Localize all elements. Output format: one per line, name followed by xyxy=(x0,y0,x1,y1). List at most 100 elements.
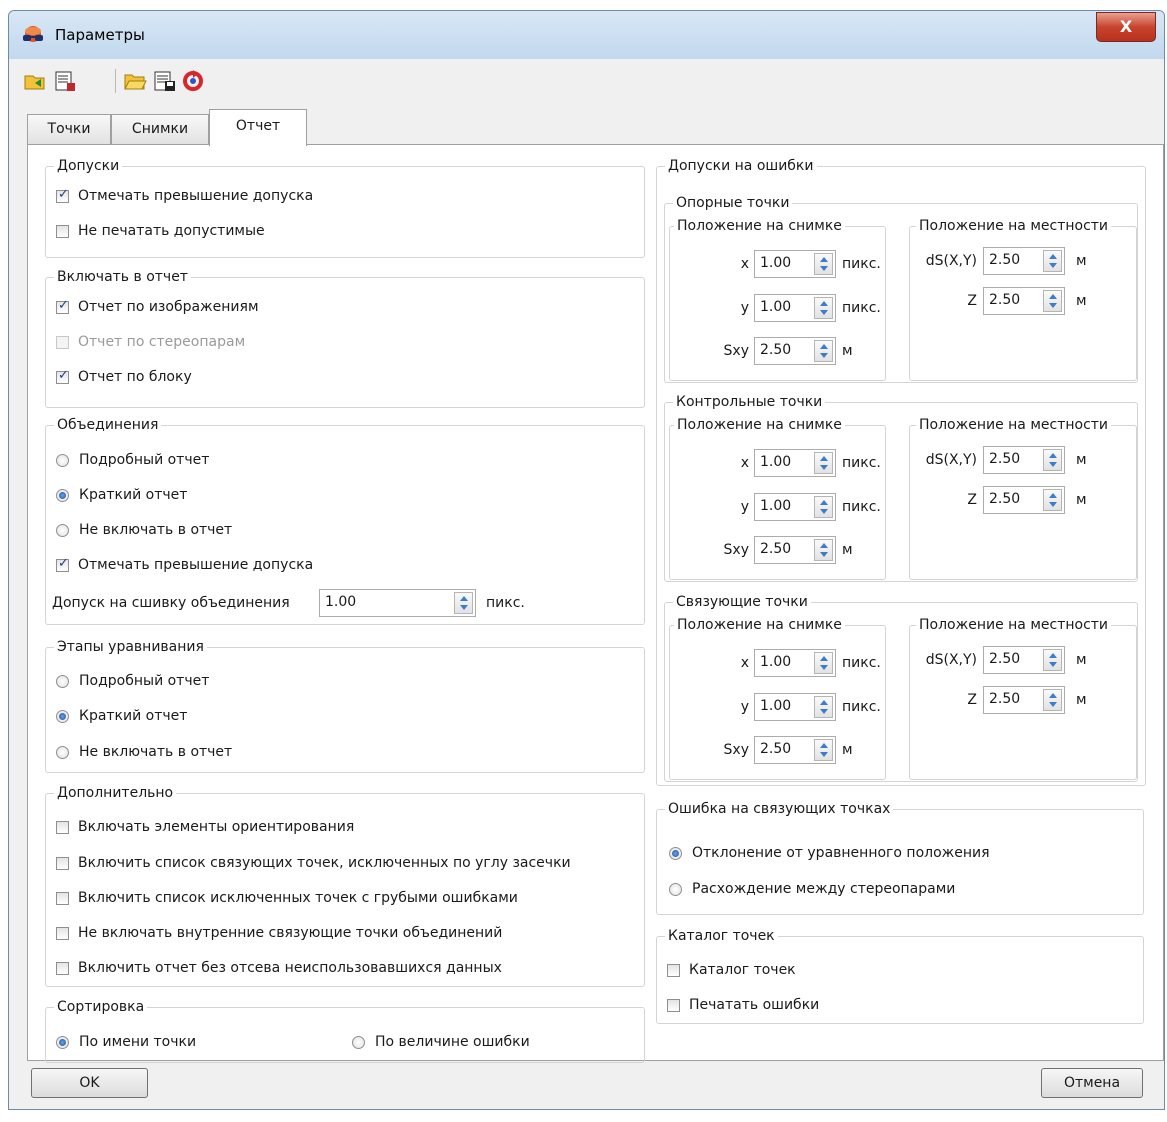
ground-field-spinbox[interactable]: 2.50 xyxy=(983,446,1065,474)
include-tie-excluded-angle-checkbox[interactable]: Включить список связующих точек, исключе… xyxy=(56,852,571,874)
image-field-spinbox[interactable]: 2.50 xyxy=(754,337,836,365)
radio-unselected[interactable] xyxy=(669,882,682,896)
radio-selected[interactable] xyxy=(669,846,682,860)
exclude-internal-tie-checkbox[interactable]: Не включать внутренние связующие точки о… xyxy=(56,922,502,944)
image-field-unit: пикс. xyxy=(842,256,881,272)
checkbox-checked[interactable] xyxy=(56,556,69,572)
stereo-discrepancy-radio[interactable]: Расхождение между стереопарами xyxy=(669,878,955,900)
no-print-allowed-checkbox[interactable]: Не печатать допустимые xyxy=(56,220,265,242)
parameters-dialog: Параметры X Точки Снимки Отчет Допуски О… xyxy=(8,10,1165,1110)
image-field-spinbox[interactable]: 1.00 xyxy=(754,250,836,278)
save-as-icon[interactable] xyxy=(153,69,177,93)
spinbox-arrows-icon[interactable] xyxy=(1043,290,1062,312)
tab-points[interactable]: Точки xyxy=(27,114,111,144)
merges-group: Объединения Подробный отчет Краткий отче… xyxy=(45,415,645,625)
checkbox-checked[interactable] xyxy=(56,368,69,384)
block-report-checkbox[interactable]: Отчет по блоку xyxy=(56,366,192,388)
spinbox-arrows-icon[interactable] xyxy=(814,340,833,362)
cancel-button[interactable]: Отмена xyxy=(1041,1068,1143,1098)
radio-selected[interactable] xyxy=(56,709,69,723)
radio-unselected[interactable] xyxy=(56,453,69,467)
checkbox-unchecked[interactable] xyxy=(56,891,69,905)
image-field-spinbox[interactable]: 1.00 xyxy=(754,693,836,721)
checkbox-unchecked[interactable] xyxy=(667,963,680,977)
checkbox-unchecked[interactable] xyxy=(56,856,69,870)
stages-exclude-radio[interactable]: Не включать в отчет xyxy=(56,741,232,763)
include-orientation-checkbox[interactable]: Включать элементы ориентирования xyxy=(56,816,354,838)
close-button[interactable]: X xyxy=(1096,12,1156,42)
spinbox-value: 1.00 xyxy=(760,255,792,271)
radio-label: Краткий отчет xyxy=(79,708,188,724)
sort-by-error-radio[interactable]: По величине ошибки xyxy=(352,1031,530,1053)
radio-unselected[interactable] xyxy=(56,674,69,688)
spinbox-arrows-icon[interactable] xyxy=(814,539,833,561)
tab-images[interactable]: Снимки xyxy=(111,114,209,144)
stages-brief-radio[interactable]: Краткий отчет xyxy=(56,705,187,727)
image-field-spinbox[interactable]: 1.00 xyxy=(754,649,836,677)
merges-exclude-radio[interactable]: Не включать в отчет xyxy=(56,519,232,541)
spinbox-arrows-icon[interactable] xyxy=(814,739,833,761)
checkbox-checked[interactable] xyxy=(56,187,69,203)
radio-label: Отклонение от уравненного положения xyxy=(692,845,990,861)
reset-icon[interactable] xyxy=(181,69,205,93)
spinbox-arrows-icon[interactable] xyxy=(454,592,473,614)
tab-report[interactable]: Отчет xyxy=(209,109,307,146)
ground-field-spinbox[interactable]: 2.50 xyxy=(983,646,1065,674)
radio-unselected[interactable] xyxy=(352,1035,365,1049)
image-report-checkbox[interactable]: Отчет по изображениям xyxy=(56,296,259,318)
spinbox-value: 1.00 xyxy=(760,698,792,714)
spinbox-arrows-icon[interactable] xyxy=(1043,250,1062,272)
image-field-spinbox[interactable]: 1.00 xyxy=(754,493,836,521)
image-field-spinbox[interactable]: 1.00 xyxy=(754,449,836,477)
sort-by-name-radio[interactable]: По имени точки xyxy=(56,1031,196,1053)
ok-button[interactable]: OK xyxy=(31,1068,148,1098)
checkbox-unchecked[interactable] xyxy=(56,820,69,834)
checkbox-unchecked[interactable] xyxy=(56,926,69,940)
image-field-spinbox[interactable]: 2.50 xyxy=(754,736,836,764)
spinbox-arrows-icon[interactable] xyxy=(1043,489,1062,511)
no-filter-unused-checkbox[interactable]: Включить отчет без отсева неиспользовавш… xyxy=(56,957,502,979)
checkbox-label: Отчет по изображениям xyxy=(78,299,259,315)
merges-detailed-radio[interactable]: Подробный отчет xyxy=(56,449,209,471)
checkbox-label: Не включать внутренние связующие точки о… xyxy=(78,925,503,941)
open-folder-icon[interactable] xyxy=(123,69,147,93)
print-errors-checkbox[interactable]: Печатать ошибки xyxy=(667,994,819,1016)
spinbox-arrows-icon[interactable] xyxy=(1043,689,1062,711)
radio-unselected[interactable] xyxy=(56,745,69,759)
radio-selected[interactable] xyxy=(56,1035,69,1049)
checkbox-unchecked[interactable] xyxy=(56,224,69,238)
stitch-tolerance-spinbox[interactable]: 1.00 xyxy=(319,589,476,617)
deviation-adjusted-radio[interactable]: Отклонение от уравненного положения xyxy=(669,842,990,864)
ground-position-title: Положение на местности xyxy=(916,415,1112,435)
checkbox-unchecked[interactable] xyxy=(667,998,680,1012)
spinbox-arrows-icon[interactable] xyxy=(814,496,833,518)
adjustment-stages-group: Этапы уравнивания Подробный отчет Кратки… xyxy=(45,637,645,773)
spinbox-arrows-icon[interactable] xyxy=(814,696,833,718)
ground-field-spinbox[interactable]: 2.50 xyxy=(983,247,1065,275)
spinbox-value: 2.50 xyxy=(989,491,1021,507)
image-field-spinbox[interactable]: 2.50 xyxy=(754,536,836,564)
catalog-checkbox[interactable]: Каталог точек xyxy=(667,959,796,981)
spinbox-arrows-icon[interactable] xyxy=(814,253,833,275)
stages-title: Этапы уравнивания xyxy=(54,637,207,657)
image-field-spinbox[interactable]: 1.00 xyxy=(754,294,836,322)
ground-field-spinbox[interactable]: 2.50 xyxy=(983,686,1065,714)
stages-detailed-radio[interactable]: Подробный отчет xyxy=(56,670,209,692)
merges-brief-radio[interactable]: Краткий отчет xyxy=(56,484,187,506)
include-gross-errors-checkbox[interactable]: Включить список исключенных точек с груб… xyxy=(56,887,518,909)
save-settings-icon[interactable] xyxy=(53,69,77,93)
merges-mark-exceed-checkbox[interactable]: Отмечать превышение допуска xyxy=(56,554,313,576)
spinbox-arrows-icon[interactable] xyxy=(1043,649,1062,671)
spinbox-arrows-icon[interactable] xyxy=(814,297,833,319)
open-settings-icon[interactable] xyxy=(23,69,47,93)
checkbox-checked[interactable] xyxy=(56,298,69,314)
mark-exceed-checkbox[interactable]: Отмечать превышение допуска xyxy=(56,185,313,207)
checkbox-unchecked[interactable] xyxy=(56,961,69,975)
spinbox-arrows-icon[interactable] xyxy=(814,452,833,474)
radio-unselected[interactable] xyxy=(56,523,69,537)
ground-field-spinbox[interactable]: 2.50 xyxy=(983,486,1065,514)
radio-selected[interactable] xyxy=(56,488,69,502)
spinbox-arrows-icon[interactable] xyxy=(814,652,833,674)
ground-field-spinbox[interactable]: 2.50 xyxy=(983,287,1065,315)
spinbox-arrows-icon[interactable] xyxy=(1043,449,1062,471)
